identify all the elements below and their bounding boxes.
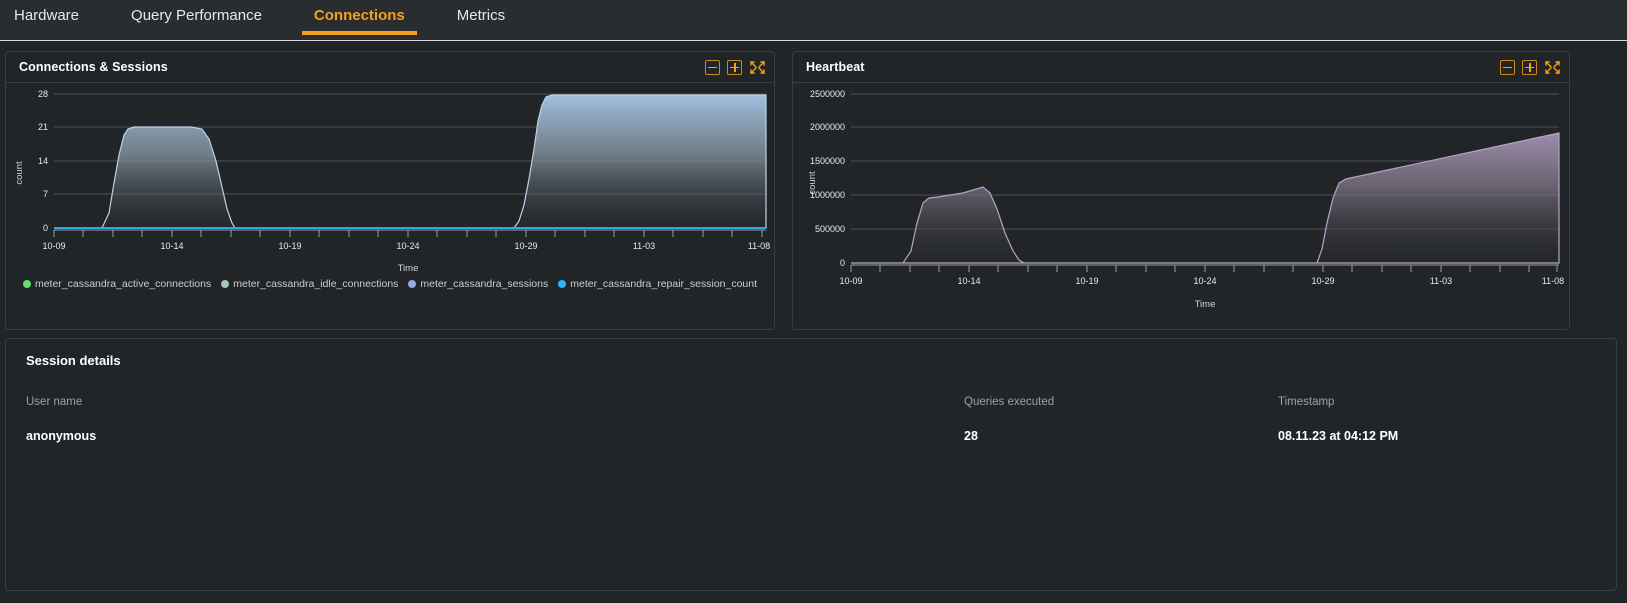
x-axis-title: Time	[1195, 299, 1216, 310]
panel-connections-title: Connections & Sessions	[19, 60, 168, 74]
y-tick-label: 14	[38, 156, 48, 166]
y-tick-label: 500000	[815, 224, 845, 234]
panels-row: Connections & Sessions 28 21 14 7 0 coun…	[0, 41, 1627, 330]
x-tick-label: 10-14	[160, 241, 183, 251]
column-header-user-name[interactable]: User name	[26, 396, 964, 408]
x-tick-label: 10-29	[1311, 276, 1334, 286]
series-area-heartbeat	[851, 132, 1560, 264]
session-details-table: User name Queries executed Timestamp ano…	[6, 388, 1616, 453]
column-header-queries-executed[interactable]: Queries executed	[964, 396, 1278, 408]
cell-queries-executed: 28	[964, 429, 978, 443]
x-tick-label: 10-09	[42, 241, 65, 251]
y-tick-label: 7	[43, 189, 48, 199]
x-tick-label: 10-14	[957, 276, 980, 286]
panel-heartbeat-tools	[1500, 59, 1561, 75]
y-tick-label: 21	[38, 122, 48, 132]
panel-heartbeat-title: Heartbeat	[806, 60, 865, 74]
panel-session-details: Session details User name Queries execut…	[5, 338, 1617, 591]
x-tick-label: 10-09	[839, 276, 862, 286]
x-axis-title: Time	[398, 263, 419, 274]
legend-item-repair-session-count[interactable]: meter_cassandra_repair_session_count	[558, 278, 757, 290]
x-tick-label: 10-19	[1075, 276, 1098, 286]
x-tick-marks	[53, 230, 763, 237]
tab-metrics[interactable]: Metrics	[445, 0, 517, 35]
legend-item-label: meter_cassandra_repair_session_count	[570, 278, 758, 290]
y-tick-label: 0	[43, 223, 48, 233]
x-tick-label: 11-03	[633, 241, 655, 251]
expand-icon[interactable]	[1522, 59, 1537, 75]
heartbeat-chart[interactable]: 2500000 2000000 1500000 1000000 500000 0…	[793, 83, 1569, 328]
x-tick-marks	[850, 265, 1558, 272]
panel-connections-header: Connections & Sessions	[6, 52, 774, 83]
tab-query-performance[interactable]: Query Performance	[119, 0, 274, 35]
panel-connections-sessions: Connections & Sessions 28 21 14 7 0 coun…	[5, 51, 775, 330]
cell-timestamp: 08.11.23 at 04:12 PM	[1278, 429, 1399, 443]
legend-item-active-connections[interactable]: meter_cassandra_active_connections	[22, 278, 212, 290]
y-tick-label: 0	[840, 258, 845, 268]
fullscreen-icon[interactable]	[1544, 60, 1561, 75]
x-tick-label: 10-24	[1193, 276, 1216, 286]
legend-item-sessions[interactable]: meter_cassandra_sessions	[408, 278, 548, 290]
expand-icon[interactable]	[727, 59, 742, 75]
y-axis-title: count	[807, 171, 818, 195]
legend-color-swatch	[558, 280, 567, 288]
y-tick-label: 1500000	[810, 156, 845, 166]
cell-user-name: anonymous	[26, 429, 97, 443]
legend-item-label: meter_cassandra_idle_connections	[233, 278, 399, 290]
x-tick-label: 10-29	[514, 241, 537, 251]
tab-metrics-label: Metrics	[456, 7, 506, 24]
panel-heartbeat-header: Heartbeat	[793, 52, 1569, 83]
x-tick-label: 10-19	[278, 241, 301, 251]
x-tick-label: 10-24	[396, 241, 419, 251]
x-tick-label: 11-03	[1430, 276, 1452, 286]
legend-color-swatch	[22, 280, 31, 288]
tab-hardware-label: Hardware	[14, 7, 80, 24]
fullscreen-icon[interactable]	[749, 60, 766, 75]
legend-color-swatch	[408, 280, 417, 288]
connections-chart[interactable]: 28 21 14 7 0 count 10-09 10-14 10-19 10-…	[6, 83, 774, 298]
tab-connections[interactable]: Connections	[301, 0, 417, 35]
column-header-timestamp[interactable]: Timestamp	[1278, 396, 1596, 408]
panel-connections-tools	[705, 59, 766, 75]
session-details-title: Session details	[26, 353, 121, 368]
main-tab-bar: Hardware Query Performance Connections M…	[0, 0, 1627, 41]
tab-connections-label: Connections	[313, 7, 405, 24]
legend-item-idle-connections[interactable]: meter_cassandra_idle_connections	[221, 278, 398, 290]
table-header-row: User name Queries executed Timestamp	[6, 388, 1616, 416]
x-tick-label: 11-08	[1542, 276, 1564, 286]
y-tick-label: 2500000	[810, 89, 845, 99]
legend-color-swatch	[221, 280, 230, 288]
y-tick-label: 2000000	[810, 122, 845, 132]
legend-item-label: meter_cassandra_sessions	[420, 278, 549, 290]
tab-query-performance-label: Query Performance	[131, 7, 262, 24]
legend-item-label: meter_cassandra_active_connections	[34, 278, 212, 290]
tab-hardware[interactable]: Hardware	[2, 0, 91, 35]
y-axis-title: count	[14, 161, 25, 185]
panel-heartbeat: Heartbeat 2500000 2000000 1500000 100000…	[792, 51, 1570, 330]
collapse-icon[interactable]	[705, 59, 720, 75]
table-row[interactable]: anonymous 28 08.11.23 at 04:12 PM	[6, 419, 1616, 453]
y-tick-label: 28	[38, 89, 48, 99]
x-tick-label: 11-08	[748, 241, 770, 251]
collapse-icon[interactable]	[1500, 59, 1515, 75]
connections-legend: meter_cassandra_active_connections meter…	[6, 278, 774, 290]
